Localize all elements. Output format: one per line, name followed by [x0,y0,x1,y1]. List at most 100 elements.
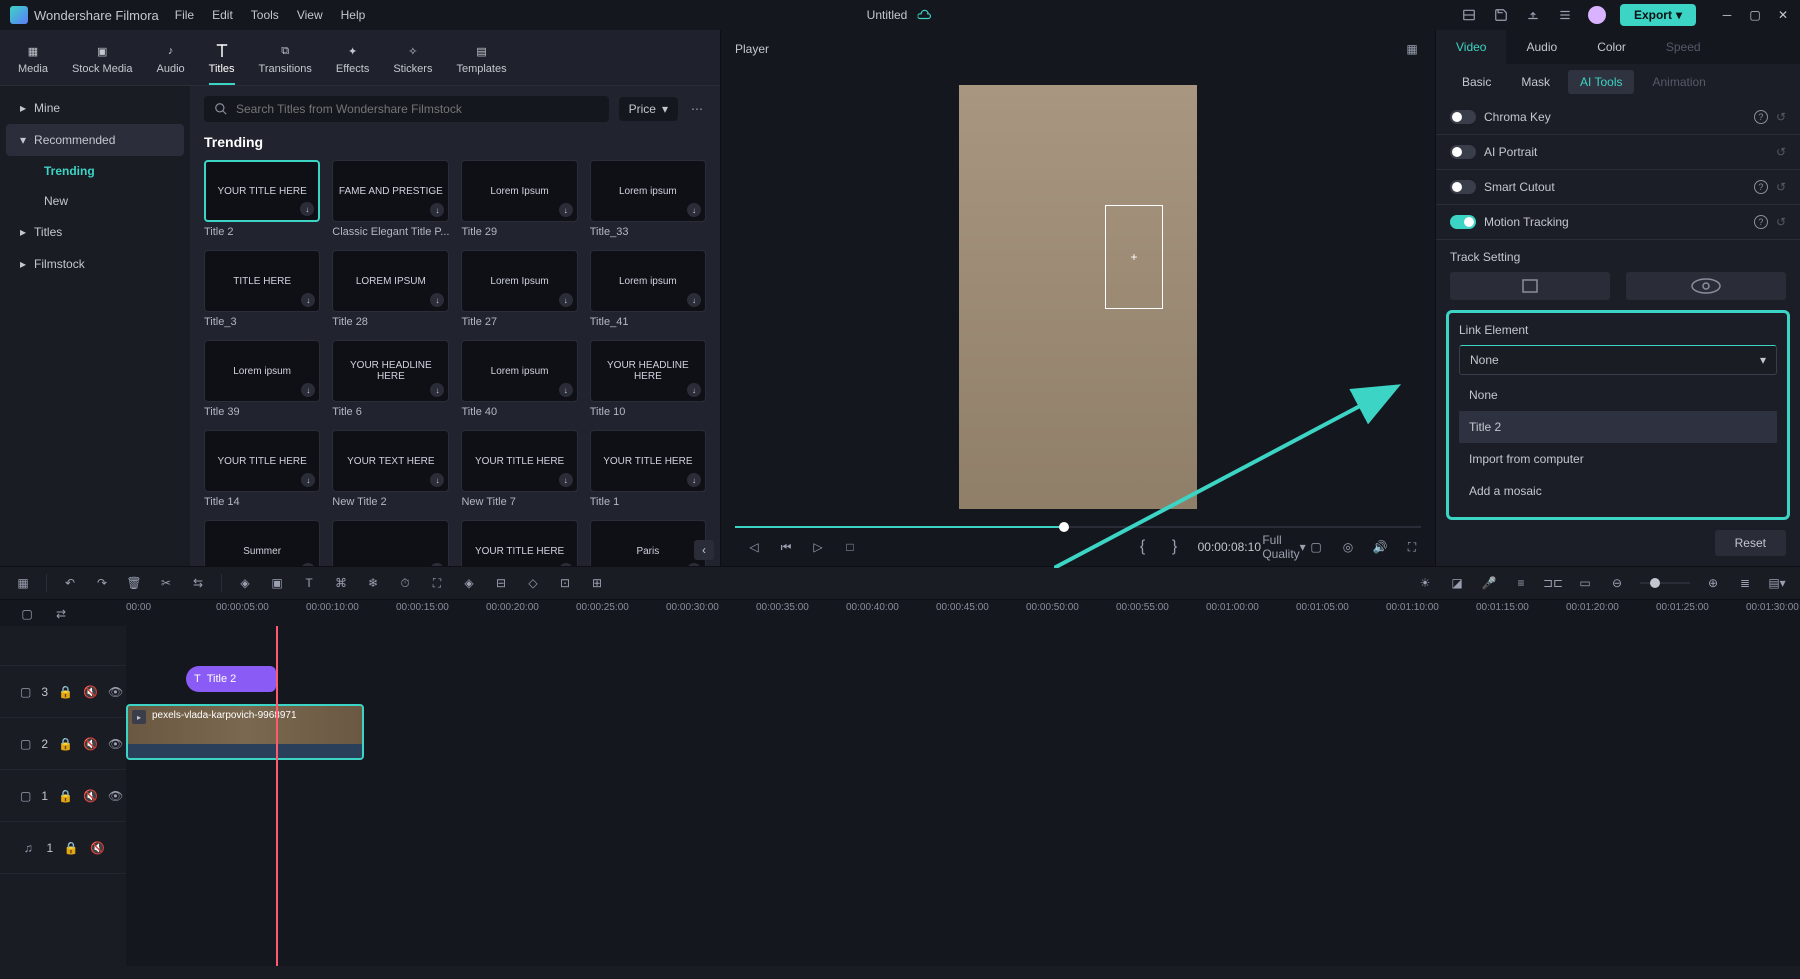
portrait-toggle[interactable] [1450,145,1476,159]
title-card[interactable]: Lorem ipsum↓Title 40 [461,340,577,418]
menu-edit[interactable]: Edit [212,8,233,22]
title-card[interactable]: Lorem ipsum↓Title_33 [590,160,706,238]
track-type-icon[interactable]: ▢ [20,787,31,805]
title-card[interactable]: YOUR TITLE HERE↓Title 2 [204,160,320,238]
tracking-target-box[interactable]: + [1105,205,1163,309]
title-card[interactable]: Lorem ipsum↓Title 39 [204,340,320,418]
cloud-upload-icon[interactable] [1524,6,1542,24]
zoom-in-icon[interactable]: ⊕ [1704,574,1722,592]
link-opt-import[interactable]: Import from computer [1459,443,1777,475]
download-icon[interactable]: ↓ [559,203,573,217]
download-icon[interactable]: ↓ [430,473,444,487]
tab-stickers[interactable]: ✧Stickers [393,36,432,85]
menu-view[interactable]: View [297,8,323,22]
sidebar-sub-trending[interactable]: Trending [6,156,184,186]
link-opt-none[interactable]: None [1459,379,1777,411]
group-icon[interactable]: ⊡ [556,574,574,592]
preview-area[interactable]: + [721,68,1435,526]
play-button[interactable]: ▷ [809,538,827,556]
maximize-button[interactable]: ▢ [1748,8,1762,22]
title-card[interactable]: FAME AND PRESTIGE↓Classic Elegant Title … [332,160,449,238]
list-icon[interactable] [1556,6,1574,24]
tab-speed[interactable]: Speed [1646,30,1721,64]
tab-video[interactable]: Video [1436,30,1506,64]
mark-in-icon[interactable]: { [1134,538,1152,556]
download-icon[interactable]: ↓ [687,203,701,217]
reset-icon[interactable]: ↺ [1776,145,1786,159]
magnet-icon[interactable]: ⊐⊏ [1544,574,1562,592]
download-icon[interactable]: ↓ [687,473,701,487]
subtab-ai-tools[interactable]: AI Tools [1568,70,1634,94]
subtab-basic[interactable]: Basic [1450,70,1503,94]
save-icon[interactable] [1492,6,1510,24]
video-clip[interactable]: ▸ pexels-vlada-karpovich-9968971 [126,704,364,760]
tab-stock-media[interactable]: ▣Stock Media [72,36,133,85]
title-thumbnail[interactable]: YOUR TITLE HERE↓ [204,430,320,492]
title-thumbnail[interactable]: YOUR TITLE HERE↓ [590,430,706,492]
title-card[interactable]: YOUR HEADLINE HERE↓Title 6 [332,340,449,418]
track-type-icon[interactable]: ▢ [20,683,31,701]
search-input[interactable] [236,102,599,116]
split-icon[interactable]: ✂ [157,574,175,592]
sidebar-sub-new[interactable]: New [6,186,184,216]
zoom-slider[interactable] [1640,582,1690,584]
crop-icon[interactable]: ▣ [268,574,286,592]
motion-tracking-section[interactable]: Motion Tracking ? ↺ [1436,205,1800,240]
quality-select[interactable]: Full Quality ▾ [1275,538,1293,556]
title-card[interactable]: Lorem Ipsum↓Title 27 [461,250,577,328]
ripple-icon[interactable]: ▦ [14,574,32,592]
link-element-select[interactable]: None ▾ [1459,345,1777,375]
track-link-icon[interactable]: ⇄ [52,605,70,623]
close-button[interactable]: ✕ [1776,8,1790,22]
menu-tools[interactable]: Tools [251,8,279,22]
title-thumbnail[interactable]: YOUR TITLE HERE↓ [204,160,320,222]
title-card[interactable]: YOUR TITLE HERE↓New Title 7 [461,430,577,508]
title-card[interactable]: Paris↓ [590,520,706,566]
download-icon[interactable]: ↓ [559,383,573,397]
chroma-key-section[interactable]: Chroma Key ? ↺ [1436,100,1800,135]
target-eye-button[interactable] [1626,272,1786,300]
mark-out-icon[interactable]: } [1166,538,1184,556]
display-icon[interactable]: ▢ [1307,538,1325,556]
more-options-button[interactable]: ⋯ [688,100,706,118]
title-thumbnail[interactable]: ↓ [332,520,449,566]
stop-button[interactable]: □ [841,538,859,556]
title-thumbnail[interactable]: Summer↓ [204,520,320,566]
lock-icon[interactable]: 🔒 [58,787,73,805]
title-thumbnail[interactable]: Lorem ipsum↓ [590,160,706,222]
lock-icon[interactable]: 🔒 [58,735,73,753]
title-thumbnail[interactable]: YOUR HEADLINE HERE↓ [590,340,706,402]
tab-templates[interactable]: ▤Templates [456,36,506,85]
sidebar-item-mine[interactable]: ▸Mine [6,92,184,124]
volume-icon[interactable]: 🔊 [1371,538,1389,556]
download-icon[interactable]: ↓ [687,383,701,397]
title-card[interactable]: YOUR TEXT HERE↓New Title 2 [332,430,449,508]
freeze-icon[interactable]: ❄ [364,574,382,592]
title-thumbnail[interactable]: Lorem Ipsum↓ [461,160,577,222]
audio-track-icon[interactable]: ♫ [20,839,36,857]
tab-color[interactable]: Color [1577,30,1646,64]
mute-icon[interactable]: 🔇 [83,735,98,753]
title-card[interactable]: YOUR TITLE HERE↓ [461,520,577,566]
ai-portrait-section[interactable]: AI Portrait ↺ [1436,135,1800,170]
playhead[interactable]: ✂ [276,626,278,966]
tag-icon[interactable]: ◈ [236,574,254,592]
menu-file[interactable]: File [175,8,194,22]
snapshot-icon[interactable]: ◎ [1339,538,1357,556]
download-icon[interactable]: ↓ [687,563,701,566]
download-icon[interactable]: ↓ [559,563,573,566]
tab-titles[interactable]: Titles [209,36,235,85]
mute-icon[interactable]: 🔇 [90,839,106,857]
prev-frame-button[interactable]: ◁ [745,538,763,556]
download-icon[interactable]: ↓ [430,563,444,566]
download-icon[interactable]: ↓ [430,203,444,217]
timeline-ruler[interactable]: ▢ ⇄ 00:0000:00:05:0000:00:10:0000:00:15:… [0,600,1800,626]
lock-icon[interactable]: 🔒 [63,839,79,857]
tab-media[interactable]: ▦Media [18,36,48,85]
subtitle-icon[interactable]: ▭ [1576,574,1594,592]
tab-transitions[interactable]: ⧉Transitions [259,36,312,85]
keyframe-icon[interactable]: ◇ [524,574,542,592]
title-thumbnail[interactable]: FAME AND PRESTIGE↓ [332,160,449,222]
reset-button[interactable]: Reset [1715,530,1786,556]
track-type-icon[interactable]: ▢ [20,735,31,753]
